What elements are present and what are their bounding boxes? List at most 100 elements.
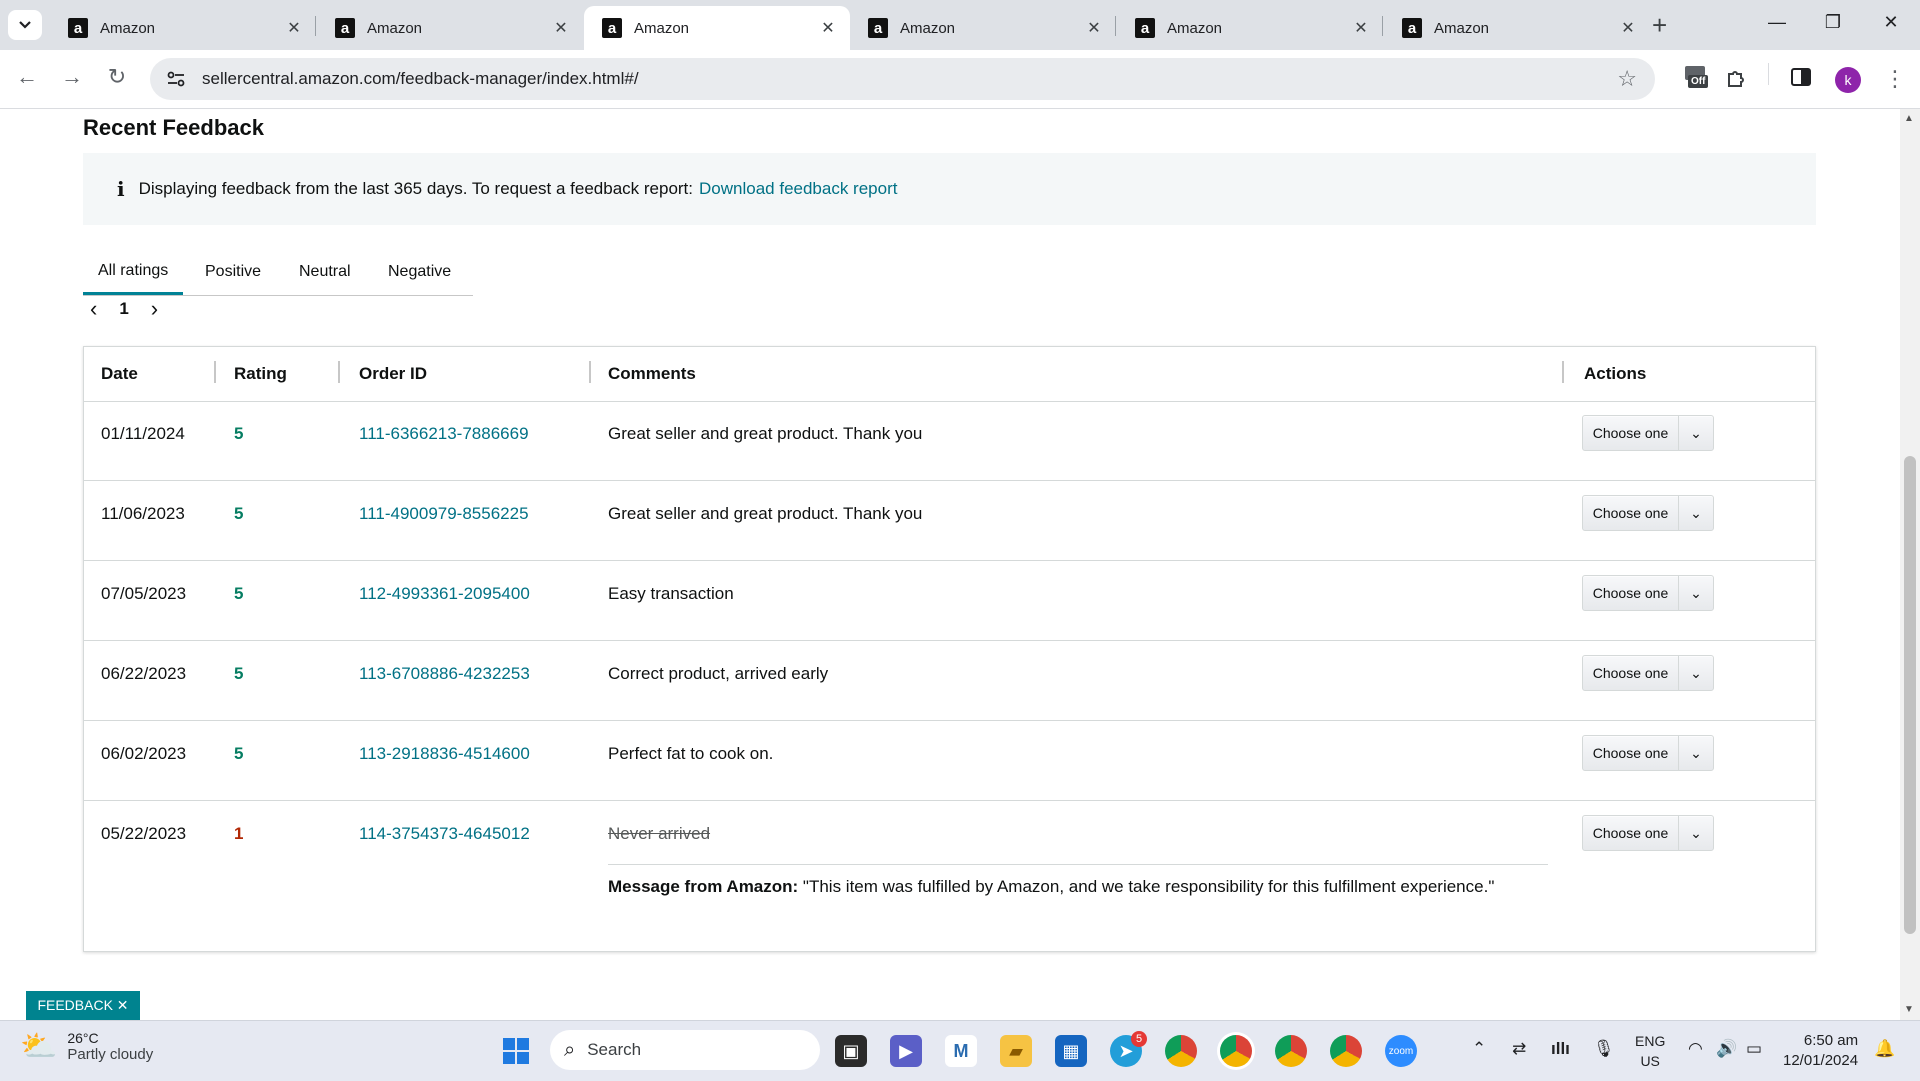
close-tab-icon[interactable]: ✕ [818,18,838,38]
close-tab-icon[interactable]: ✕ [284,18,304,38]
next-page-chevron-icon[interactable]: › [151,298,158,320]
volume-icon[interactable]: 🔊 [1716,1039,1737,1059]
order-id-link[interactable]: 111-4900979-8556225 [359,504,529,524]
windows-start-icon[interactable] [500,1035,532,1067]
dropdown-label: Choose one [1583,816,1679,850]
sync-arrows-icon[interactable]: ⇄ [1512,1039,1526,1059]
amazon-message-label: Message from Amazon: [608,877,799,896]
browser-tab-5[interactable]: a Amazon ✕ [1117,6,1383,50]
order-id-link[interactable]: 112-4993361-2095400 [359,584,530,604]
info-alert: i Displaying feedback from the last 365 … [83,153,1816,225]
chrome-profile-active-icon[interactable] [1220,1035,1252,1067]
current-page-number[interactable]: 1 [119,299,128,319]
column-header-rating[interactable]: Rating [234,364,287,384]
previous-page-chevron-icon[interactable]: ‹ [90,298,97,320]
choose-action-dropdown[interactable]: Choose one ⌄ [1582,655,1714,691]
choose-action-dropdown[interactable]: Choose one ⌄ [1582,415,1714,451]
browser-tab-2[interactable]: a Amazon ✕ [317,6,583,50]
order-id-link[interactable]: 113-2918836-4514600 [359,744,530,764]
tab-negative[interactable]: Negative [388,249,451,295]
browser-tab-6[interactable]: a Amazon ✕ [1384,6,1650,50]
column-header-date[interactable]: Date [101,364,138,384]
amazon-message-text: "This item was fulfilled by Amazon, and … [802,877,1495,896]
feedback-rating: 5 [234,504,244,523]
tab-neutral[interactable]: Neutral [299,249,351,295]
choose-action-dropdown[interactable]: Choose one ⌄ [1582,575,1714,611]
side-panel-icon[interactable] [1790,66,1812,94]
scroll-down-arrow-icon[interactable]: ▼ [1904,1004,1914,1015]
weather-description: Partly cloudy [67,1046,154,1063]
file-explorer-icon[interactable]: ▰ [1000,1035,1032,1067]
extension-off-icon[interactable]: Off [1682,62,1710,96]
browser-tab-4[interactable]: a Amazon ✕ [850,6,1116,50]
extensions-puzzle-icon[interactable] [1725,66,1749,96]
forward-arrow-icon[interactable]: → [57,64,87,90]
browser-menu-kebab-icon[interactable]: ⋮ [1884,66,1906,92]
page-scrollbar[interactable]: ▲ ▼ [1900,109,1920,1020]
profile-avatar[interactable]: k [1835,67,1861,93]
zoom-app-icon[interactable]: zoom [1385,1035,1417,1067]
amazon-favicon-icon: a [602,18,622,38]
show-hidden-icons-chevron-icon[interactable]: ⌃ [1472,1039,1486,1059]
weather-widget[interactable]: ⛅ 26°C Partly cloudy [20,1029,153,1064]
choose-action-dropdown[interactable]: Choose one ⌄ [1582,815,1714,851]
chrome-profile-3-icon[interactable] [1275,1035,1307,1067]
tab-search-button[interactable] [8,10,42,40]
table-row: 11/06/2023 5 111-4900979-8556225 Great s… [84,481,1815,561]
microphone-icon[interactable]: 🎙 [1593,1039,1615,1059]
feedback-date: 06/02/2023 [101,744,187,763]
table-row: 07/05/2023 5 112-4993361-2095400 Easy tr… [84,561,1815,641]
choose-action-dropdown[interactable]: Choose one ⌄ [1582,495,1714,531]
tab-positive[interactable]: Positive [205,249,261,295]
stats-app-icon[interactable]: ıllı [1551,1039,1570,1059]
close-tab-icon[interactable]: ✕ [551,18,571,38]
search-icon: ⌕ [564,1038,576,1061]
close-tab-icon[interactable]: ✕ [1618,18,1638,38]
order-id-link[interactable]: 111-6366213-7886669 [359,424,529,444]
wifi-icon[interactable]: ◠ [1688,1039,1703,1059]
chrome-profile-1-icon[interactable] [1165,1035,1197,1067]
tab-divider [315,16,316,36]
input-language-indicator[interactable]: ENG US [1635,1031,1665,1071]
column-divider [1562,361,1564,383]
reload-icon[interactable]: ↻ [102,64,132,90]
chrome-profile-4-icon[interactable] [1330,1035,1362,1067]
feedback-button[interactable]: FEEDBACK ✕ [26,991,140,1020]
tab-all-ratings[interactable]: All ratings [83,249,184,295]
microsoft-store-icon[interactable]: ▦ [1055,1035,1087,1067]
meet-video-icon[interactable]: ▶ [890,1035,922,1067]
address-bar[interactable]: sellercentral.amazon.com/feedback-manage… [150,58,1655,100]
feedback-comment-struck: Never arrived [608,824,711,843]
taskbar-search[interactable]: ⌕ Search [550,1030,820,1070]
tab-title: Amazon [1167,19,1223,37]
task-view-icon[interactable]: ▣ [835,1035,867,1067]
scroll-up-arrow-icon[interactable]: ▲ [1904,113,1914,124]
download-feedback-report-link[interactable]: Download feedback report [699,179,897,199]
system-clock[interactable]: 6:50 am 12/01/2024 [1783,1031,1858,1071]
scrollbar-thumb[interactable] [1904,456,1916,934]
close-tab-icon[interactable]: ✕ [1351,18,1371,38]
browser-tab-1[interactable]: a Amazon ✕ [50,6,316,50]
clock-time: 6:50 am [1803,1032,1859,1049]
restore-window-icon[interactable]: ❐ [1818,12,1848,33]
browser-tab-3-active[interactable]: a Amazon ✕ [584,6,850,50]
column-header-order-id[interactable]: Order ID [359,364,427,384]
close-tab-icon[interactable]: ✕ [1084,18,1104,38]
partly-cloudy-icon: ⛅ [20,1030,58,1063]
order-id-link[interactable]: 113-6708886-4232253 [359,664,530,684]
order-id-link[interactable]: 114-3754373-4645012 [359,824,530,844]
site-info-icon[interactable] [164,67,188,91]
minimize-window-icon[interactable]: — [1762,12,1792,33]
battery-icon[interactable]: ▭ [1746,1039,1762,1059]
bookmark-star-icon[interactable]: ☆ [1617,66,1637,92]
back-arrow-icon[interactable]: ← [12,64,42,90]
amazon-favicon-icon: a [68,18,88,38]
table-row: 01/11/2024 5 111-6366213-7886669 Great s… [84,401,1815,481]
close-window-icon[interactable]: ✕ [1876,12,1906,33]
toolbar-divider [1768,63,1769,85]
choose-action-dropdown[interactable]: Choose one ⌄ [1582,735,1714,771]
new-tab-plus-icon[interactable]: + [1652,12,1667,38]
mail-app-icon[interactable]: M [945,1035,977,1067]
notification-bell-icon[interactable]: 🔔 [1874,1039,1895,1059]
tab-divider [1382,16,1383,36]
